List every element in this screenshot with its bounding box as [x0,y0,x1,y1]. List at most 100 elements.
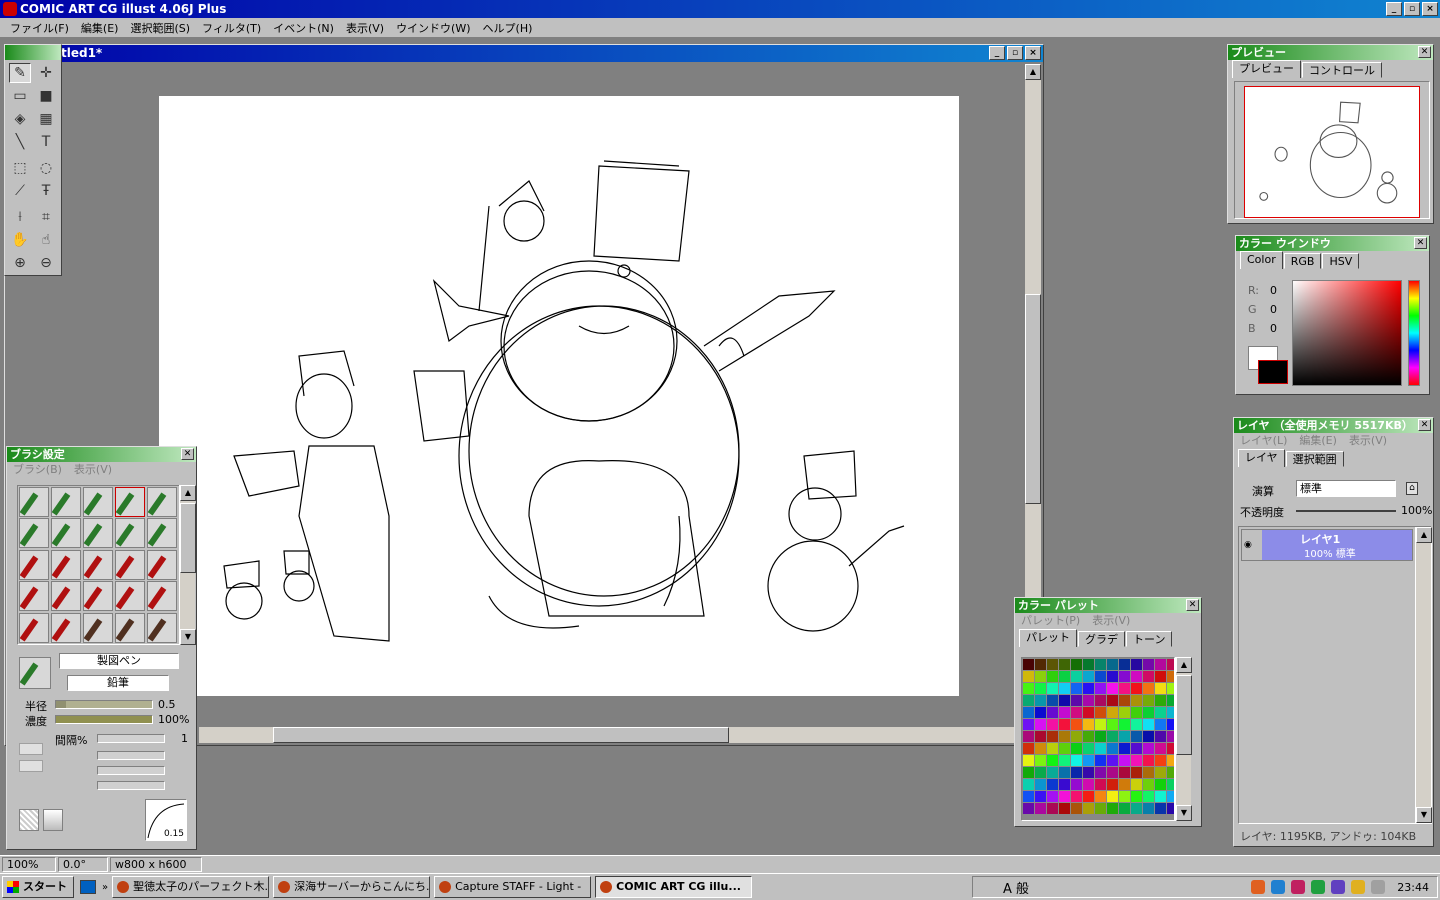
brush-preset-icon[interactable] [115,487,145,517]
palette-swatch[interactable] [1167,683,1174,694]
palette-swatch[interactable] [1107,659,1118,670]
palette-swatch[interactable] [1167,719,1174,730]
palette-swatch[interactable] [1095,659,1106,670]
palette-swatch[interactable] [1143,779,1154,790]
layer-menu-layer[interactable]: レイヤ(L) [1240,433,1287,449]
palette-swatch[interactable] [1023,659,1034,670]
palette-swatch[interactable] [1071,791,1082,802]
brush-preset-icon[interactable] [115,518,145,549]
menu-event[interactable]: イベント(N) [267,20,340,36]
text-select-tool-icon[interactable]: Ŧ [35,181,57,201]
brush-menu-view[interactable]: 表示(V) [74,462,112,478]
palette-swatch[interactable] [1035,779,1046,790]
palette-swatch[interactable] [1023,803,1034,814]
scroll-up-arrow[interactable]: ▲ [1416,527,1432,543]
palette-swatch[interactable] [1131,779,1142,790]
palette-swatch[interactable] [1107,755,1118,766]
scroll-up-arrow[interactable]: ▲ [1025,64,1041,80]
palette-scrollbar[interactable]: ▲ ▼ [1175,657,1192,821]
brush-preset-icon[interactable] [19,581,49,612]
palette-swatch-grid[interactable] [1021,657,1175,821]
saturation-value-picker[interactable] [1292,280,1402,386]
palette-swatch[interactable] [1107,743,1118,754]
rect-select-tool-icon[interactable]: ⬚ [9,158,31,178]
zoom-out-tool-icon[interactable]: ⊖ [35,253,57,273]
palette-swatch[interactable] [1155,659,1166,670]
palette-swatch[interactable] [1059,695,1070,706]
palette-swatch[interactable] [1059,683,1070,694]
palette-swatch[interactable] [1083,767,1094,778]
ime-indicator[interactable]: A 般 [1003,878,1029,897]
menu-filter[interactable]: フィルタ(T) [196,20,267,36]
brush-shape-dots-icon[interactable] [19,760,43,772]
layer-menu-edit[interactable]: 編集(E) [1299,433,1337,449]
palette-swatch[interactable] [1071,755,1082,766]
horizontal-scroll-thumb[interactable] [273,727,729,743]
interval-slider[interactable] [97,734,165,743]
brush-preset-icon[interactable] [51,549,81,580]
palette-swatch[interactable] [1107,671,1118,682]
palette-menu-view[interactable]: 表示(V) [1092,613,1130,629]
palette-swatch[interactable] [1083,707,1094,718]
option-slider[interactable] [97,766,165,775]
palette-swatch[interactable] [1071,683,1082,694]
palette-swatch[interactable] [1107,803,1118,814]
palette-swatch[interactable] [1095,779,1106,790]
palette-swatch[interactable] [1083,719,1094,730]
palette-swatch[interactable] [1119,695,1130,706]
palette-scroll-thumb[interactable] [1176,675,1192,755]
texture-icon[interactable] [19,809,39,831]
palette-swatch[interactable] [1059,707,1070,718]
palette-swatch[interactable] [1095,671,1106,682]
palette-swatch[interactable] [1047,743,1058,754]
palette-swatch[interactable] [1131,803,1142,814]
minimize-button[interactable]: _ [1386,2,1402,16]
brush-type-field[interactable]: 鉛筆 [67,675,169,691]
palette-swatch[interactable] [1059,731,1070,742]
palette-swatch[interactable] [1119,767,1130,778]
palette-swatch[interactable] [1155,731,1166,742]
palette-swatch[interactable] [1131,791,1142,802]
palette-swatch[interactable] [1131,719,1142,730]
visibility-eye-icon[interactable]: ◉ [1244,540,1252,550]
layer-list-scrollbar[interactable]: ▲ ▼ [1415,527,1432,823]
taskbar-task[interactable]: 聖徳太子のパーフェクト木... [112,876,270,898]
tab-color[interactable]: Color [1240,251,1283,269]
palette-swatch[interactable] [1095,743,1106,754]
palette-swatch[interactable] [1023,731,1034,742]
palette-swatch[interactable] [1167,659,1174,670]
brush-menu-brush[interactable]: ブラシ(B) [13,462,62,478]
brush-preset-icon[interactable] [115,549,145,580]
palette-swatch[interactable] [1155,755,1166,766]
palette-swatch[interactable] [1023,767,1034,778]
palette-swatch[interactable] [1131,683,1142,694]
palette-swatch[interactable] [1083,791,1094,802]
palette-swatch[interactable] [1095,791,1106,802]
palette-swatch[interactable] [1083,683,1094,694]
palette-swatch[interactable] [1023,695,1034,706]
palette-swatch[interactable] [1047,671,1058,682]
brush-preset-icon[interactable] [83,549,113,580]
rectangle-tool-icon[interactable]: ▭ [9,86,31,106]
palette-swatch[interactable] [1131,731,1142,742]
palette-swatch[interactable] [1167,779,1174,790]
palette-swatch[interactable] [1167,767,1174,778]
palette-swatch[interactable] [1107,767,1118,778]
palette-swatch[interactable] [1035,803,1046,814]
palette-swatch[interactable] [1167,731,1174,742]
tab-hsv[interactable]: HSV [1322,253,1360,269]
palette-swatch[interactable] [1059,659,1070,670]
palette-swatch[interactable] [1083,731,1094,742]
vertical-scroll-thumb[interactable] [1025,294,1041,504]
palette-swatch[interactable] [1107,719,1118,730]
lasso-tool-icon[interactable]: ◌ [35,158,57,178]
eyedropper-tool-icon[interactable]: ⟊ [9,207,31,227]
bucket-tool-icon[interactable]: ◈ [9,109,31,129]
palette-swatch[interactable] [1071,719,1082,730]
palette-swatch[interactable] [1035,659,1046,670]
palette-swatch[interactable] [1047,695,1058,706]
close-button[interactable]: × [1422,2,1438,16]
palette-swatch[interactable] [1035,731,1046,742]
palette-swatch[interactable] [1023,779,1034,790]
menu-edit[interactable]: 編集(E) [75,20,125,36]
